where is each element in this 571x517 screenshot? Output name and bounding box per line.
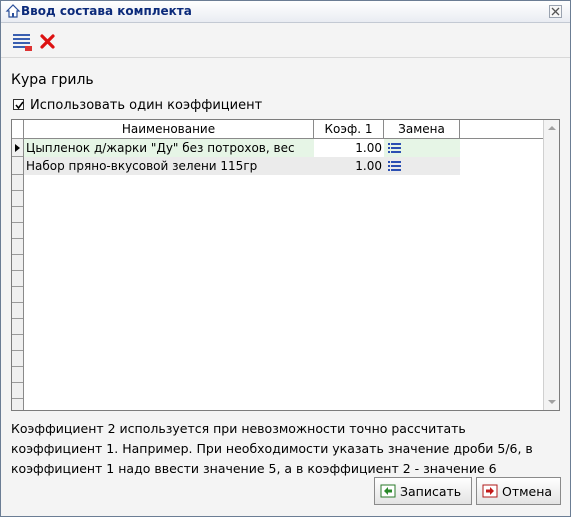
column-header-replace[interactable]: Замена bbox=[384, 120, 460, 139]
coef-cell[interactable]: 1.00 bbox=[314, 157, 384, 175]
corner-cell bbox=[12, 120, 23, 139]
column-header-coef[interactable]: Коэф. 1 bbox=[314, 120, 384, 139]
row-header bbox=[12, 191, 23, 207]
row-header bbox=[12, 175, 23, 191]
save-button[interactable]: Записать bbox=[374, 477, 472, 505]
info-line: коэффициент 1. Например. При необходимос… bbox=[11, 441, 533, 456]
scroll-down-icon bbox=[548, 400, 556, 404]
row-header bbox=[12, 255, 23, 271]
row-header bbox=[12, 335, 23, 351]
row-header bbox=[12, 287, 23, 303]
info-text: Коэффициент 2 используется при невозможн… bbox=[11, 419, 561, 479]
title-bar[interactable]: Ввод состава комплекта bbox=[1, 1, 570, 23]
single-coef-label: Использовать один коэффициент bbox=[30, 98, 263, 113]
page-title: Кура гриль bbox=[11, 72, 94, 88]
single-coef-checkbox[interactable] bbox=[13, 99, 24, 110]
column-header-name[interactable]: Наименование bbox=[24, 120, 314, 139]
vertical-scrollbar[interactable] bbox=[543, 120, 559, 410]
row-header[interactable] bbox=[12, 157, 23, 175]
list-icon bbox=[388, 161, 401, 171]
info-line: коэффициент 1 надо ввести значение 5, а … bbox=[11, 461, 497, 476]
toolbar-divider bbox=[1, 57, 570, 58]
row-header bbox=[12, 303, 23, 319]
table-row[interactable]: Набор пряно-вкусовой зелени 115гр bbox=[24, 157, 314, 175]
scroll-up-icon bbox=[548, 126, 556, 130]
current-row-icon bbox=[15, 144, 20, 152]
info-line: Коэффициент 2 используется при невозможн… bbox=[11, 421, 466, 436]
replace-cell[interactable] bbox=[384, 139, 460, 157]
delete-icon[interactable] bbox=[37, 31, 59, 53]
column-header-empty bbox=[460, 120, 543, 139]
cancel-icon bbox=[482, 483, 498, 499]
row-header bbox=[12, 223, 23, 239]
coef-cell[interactable]: 1.00 bbox=[314, 139, 384, 157]
row-header-column bbox=[12, 120, 24, 410]
house-icon bbox=[5, 3, 21, 19]
list-icon[interactable] bbox=[11, 31, 33, 53]
row-header bbox=[12, 271, 23, 287]
composition-table[interactable]: Наименование Коэф. 1 Замена Цыпленок д/ж… bbox=[11, 119, 560, 411]
cancel-button[interactable]: Отмена bbox=[476, 477, 561, 505]
close-button[interactable] bbox=[549, 5, 562, 18]
row-header bbox=[12, 367, 23, 383]
close-icon bbox=[551, 7, 560, 16]
cancel-label: Отмена bbox=[502, 484, 553, 499]
replace-cell[interactable] bbox=[384, 157, 460, 175]
row-header bbox=[12, 207, 23, 223]
save-icon bbox=[380, 483, 396, 499]
row-header[interactable] bbox=[12, 139, 23, 157]
row-header bbox=[12, 239, 23, 255]
table-row[interactable]: Цыпленок д/жарки "Ду" без потрохов, вес bbox=[24, 139, 314, 157]
list-icon bbox=[388, 143, 401, 153]
toolbar bbox=[1, 23, 570, 57]
row-header bbox=[12, 351, 23, 367]
row-header bbox=[12, 319, 23, 335]
save-label: Записать bbox=[400, 484, 462, 499]
dialog-window: Ввод состава комплекта Кура гриль Исполь… bbox=[0, 0, 571, 517]
row-header bbox=[12, 383, 23, 399]
checkmark-icon bbox=[15, 101, 24, 110]
window-title: Ввод состава комплекта bbox=[21, 4, 192, 18]
